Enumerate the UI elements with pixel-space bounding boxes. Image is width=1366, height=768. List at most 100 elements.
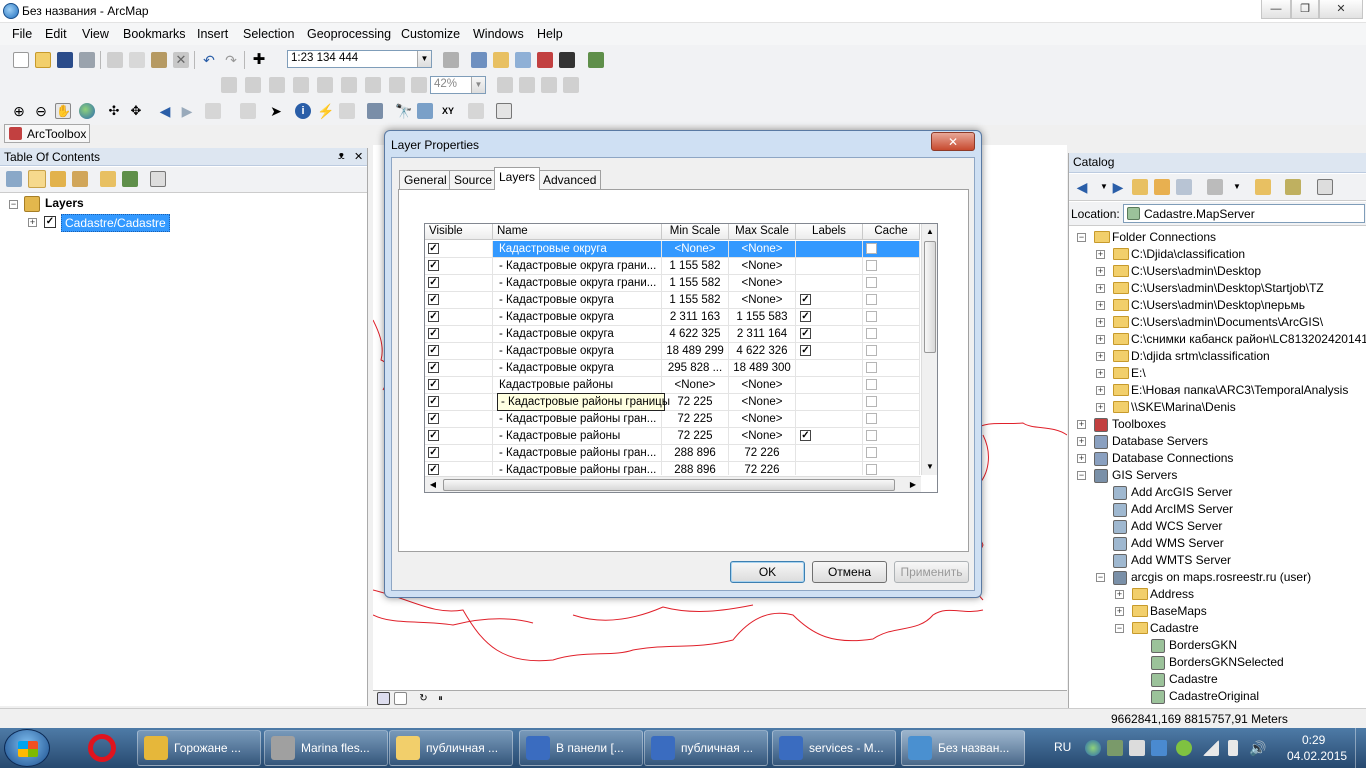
col-visible[interactable]: Visible xyxy=(425,224,493,240)
taskbar-item[interactable]: Без назван... xyxy=(901,730,1025,766)
name-cell[interactable]: - Кадастровые округа xyxy=(493,292,662,309)
horizontal-scroll-thumb[interactable] xyxy=(443,479,895,491)
collapse-icon[interactable]: − xyxy=(1077,233,1086,242)
labels-cell[interactable] xyxy=(796,360,863,377)
max-scale-cell[interactable]: 2 311 164 xyxy=(729,326,796,343)
list-by-drawing-order-icon[interactable] xyxy=(6,171,22,187)
visible-cell[interactable]: ✓ xyxy=(425,445,493,462)
cache-cell[interactable] xyxy=(863,258,920,275)
visible-checkbox[interactable]: ✓ xyxy=(428,311,439,322)
table-row[interactable]: ✓ - Кадастровые районы гран... 288 896 72 … xyxy=(425,462,920,475)
labels-cell[interactable]: ✓ xyxy=(796,292,863,309)
hyperlink-icon[interactable]: ⚡ xyxy=(317,103,334,119)
labels-cell[interactable] xyxy=(796,258,863,275)
menu-insert[interactable]: Insert xyxy=(197,27,228,41)
menu-customize[interactable]: Customize xyxy=(401,27,460,41)
taskbar-item[interactable]: публичная ... xyxy=(644,730,768,766)
table-row[interactable]: ✓ - Кадастровые округа 1 155 582 <None> ✓ xyxy=(425,292,920,309)
catalog-item[interactable]: Add ArcIMS Server xyxy=(1069,501,1366,518)
catalog-home-icon[interactable] xyxy=(1154,179,1170,195)
apply-button[interactable]: Применить xyxy=(894,561,969,583)
catalog-item[interactable]: + Address xyxy=(1069,586,1366,603)
visible-cell[interactable]: ✓ xyxy=(425,462,493,475)
catalog-item[interactable]: Cadastre xyxy=(1069,671,1366,688)
identify-icon[interactable]: i xyxy=(295,103,311,119)
labels-checkbox[interactable]: ✓ xyxy=(800,294,811,305)
clock-date[interactable]: 04.02.2015 xyxy=(1287,749,1347,763)
paste-icon[interactable] xyxy=(151,52,167,68)
tab-layers[interactable]: Layers xyxy=(494,167,541,190)
add-layer-icon[interactable] xyxy=(100,171,116,187)
expand-icon[interactable]: + xyxy=(1096,267,1105,276)
catalog-back-icon[interactable]: ◀ xyxy=(1074,179,1090,195)
visible-cell[interactable]: ✓ xyxy=(425,309,493,326)
cache-checkbox[interactable] xyxy=(866,277,877,288)
table-row[interactable]: ✓ Кадастровые районы <None> <None> xyxy=(425,377,920,394)
focus-data-frame-icon[interactable] xyxy=(519,77,535,93)
expand-icon[interactable]: + xyxy=(1077,437,1086,446)
tray-app-icon[interactable] xyxy=(1107,740,1123,756)
visible-checkbox[interactable]: ✓ xyxy=(428,294,439,305)
visible-cell[interactable]: ✓ xyxy=(425,292,493,309)
toc-close-icon[interactable]: ✕ xyxy=(354,150,363,163)
pause-drawing-icon[interactable]: ⏸ xyxy=(434,692,447,705)
expand-icon[interactable]: + xyxy=(1077,454,1086,463)
table-row[interactable]: ✓ - Кадастровые округа 4 622 325 2 311 164… xyxy=(425,326,920,343)
tray-signal-icon[interactable] xyxy=(1203,740,1219,756)
min-scale-cell[interactable]: 295 828 ... xyxy=(662,360,729,377)
cache-cell[interactable] xyxy=(863,275,920,292)
cut-icon[interactable] xyxy=(107,52,123,68)
redo-icon[interactable]: ↷ xyxy=(223,52,239,68)
layers-root-label[interactable]: Layers xyxy=(45,196,84,210)
cache-cell[interactable] xyxy=(863,360,920,377)
cache-checkbox[interactable] xyxy=(866,311,877,322)
min-scale-cell[interactable]: 4 622 325 xyxy=(662,326,729,343)
tray-network-globe-icon[interactable] xyxy=(1085,740,1101,756)
catalog-item[interactable]: BordersGKNSelected xyxy=(1069,654,1366,671)
max-scale-cell[interactable]: 72 226 xyxy=(729,445,796,462)
col-max-scale[interactable]: Max Scale xyxy=(729,224,796,240)
zoom-in-icon[interactable]: ⊕ xyxy=(11,103,27,119)
select-elements-icon[interactable]: ➤ xyxy=(268,103,284,119)
cache-checkbox[interactable] xyxy=(866,413,877,424)
catalog-item[interactable]: − GIS Servers xyxy=(1069,467,1366,484)
cache-checkbox[interactable] xyxy=(866,345,877,356)
catalog-item[interactable]: Add WMTS Server xyxy=(1069,552,1366,569)
table-row[interactable]: ✓ Кадастровые округа <None> <None> xyxy=(425,241,920,258)
catalog-item[interactable]: + D:\djida srtm\classification xyxy=(1069,348,1366,365)
toc-window-icon[interactable] xyxy=(471,52,487,68)
back-extent-icon[interactable]: ◀ xyxy=(157,103,173,119)
go-forward-extent-icon[interactable] xyxy=(411,77,427,93)
labels-cell[interactable] xyxy=(796,411,863,428)
scroll-left-icon[interactable]: ◀ xyxy=(425,477,441,493)
catalog-item[interactable]: Add ArcGIS Server xyxy=(1069,484,1366,501)
cache-cell[interactable] xyxy=(863,343,920,360)
min-scale-cell[interactable]: 72 225 xyxy=(662,394,729,411)
full-extent-icon[interactable] xyxy=(79,103,95,119)
catalog-item[interactable]: − Cadastre xyxy=(1069,620,1366,637)
tray-safely-remove-icon[interactable] xyxy=(1129,740,1145,756)
cache-cell[interactable] xyxy=(863,326,920,343)
select-features-icon[interactable] xyxy=(205,103,221,119)
visible-cell[interactable]: ✓ xyxy=(425,394,493,411)
min-scale-cell[interactable]: 2 311 163 xyxy=(662,309,729,326)
menu-edit[interactable]: Edit xyxy=(45,27,67,41)
tray-update-icon[interactable] xyxy=(1151,740,1167,756)
min-scale-cell[interactable]: 1 155 582 xyxy=(662,258,729,275)
collapse-icon[interactable]: − xyxy=(1077,471,1086,480)
arctoolbox-icon[interactable] xyxy=(537,52,553,68)
labels-cell[interactable]: ✓ xyxy=(796,326,863,343)
visible-cell[interactable]: ✓ xyxy=(425,258,493,275)
tray-battery-icon[interactable] xyxy=(1228,740,1238,756)
toggle-draft-mode-icon[interactable] xyxy=(497,77,513,93)
min-scale-cell[interactable]: 72 225 xyxy=(662,411,729,428)
tab-advanced[interactable]: Advanced xyxy=(538,170,602,189)
labels-checkbox[interactable]: ✓ xyxy=(800,328,811,339)
visible-checkbox[interactable]: ✓ xyxy=(428,396,439,407)
min-scale-cell[interactable]: 18 489 299 xyxy=(662,343,729,360)
labels-checkbox[interactable]: ✓ xyxy=(800,345,811,356)
catalog-up-icon[interactable] xyxy=(1132,179,1148,195)
find-route-icon[interactable] xyxy=(417,103,433,119)
cache-checkbox[interactable] xyxy=(866,328,877,339)
visible-checkbox[interactable]: ✓ xyxy=(428,260,439,271)
